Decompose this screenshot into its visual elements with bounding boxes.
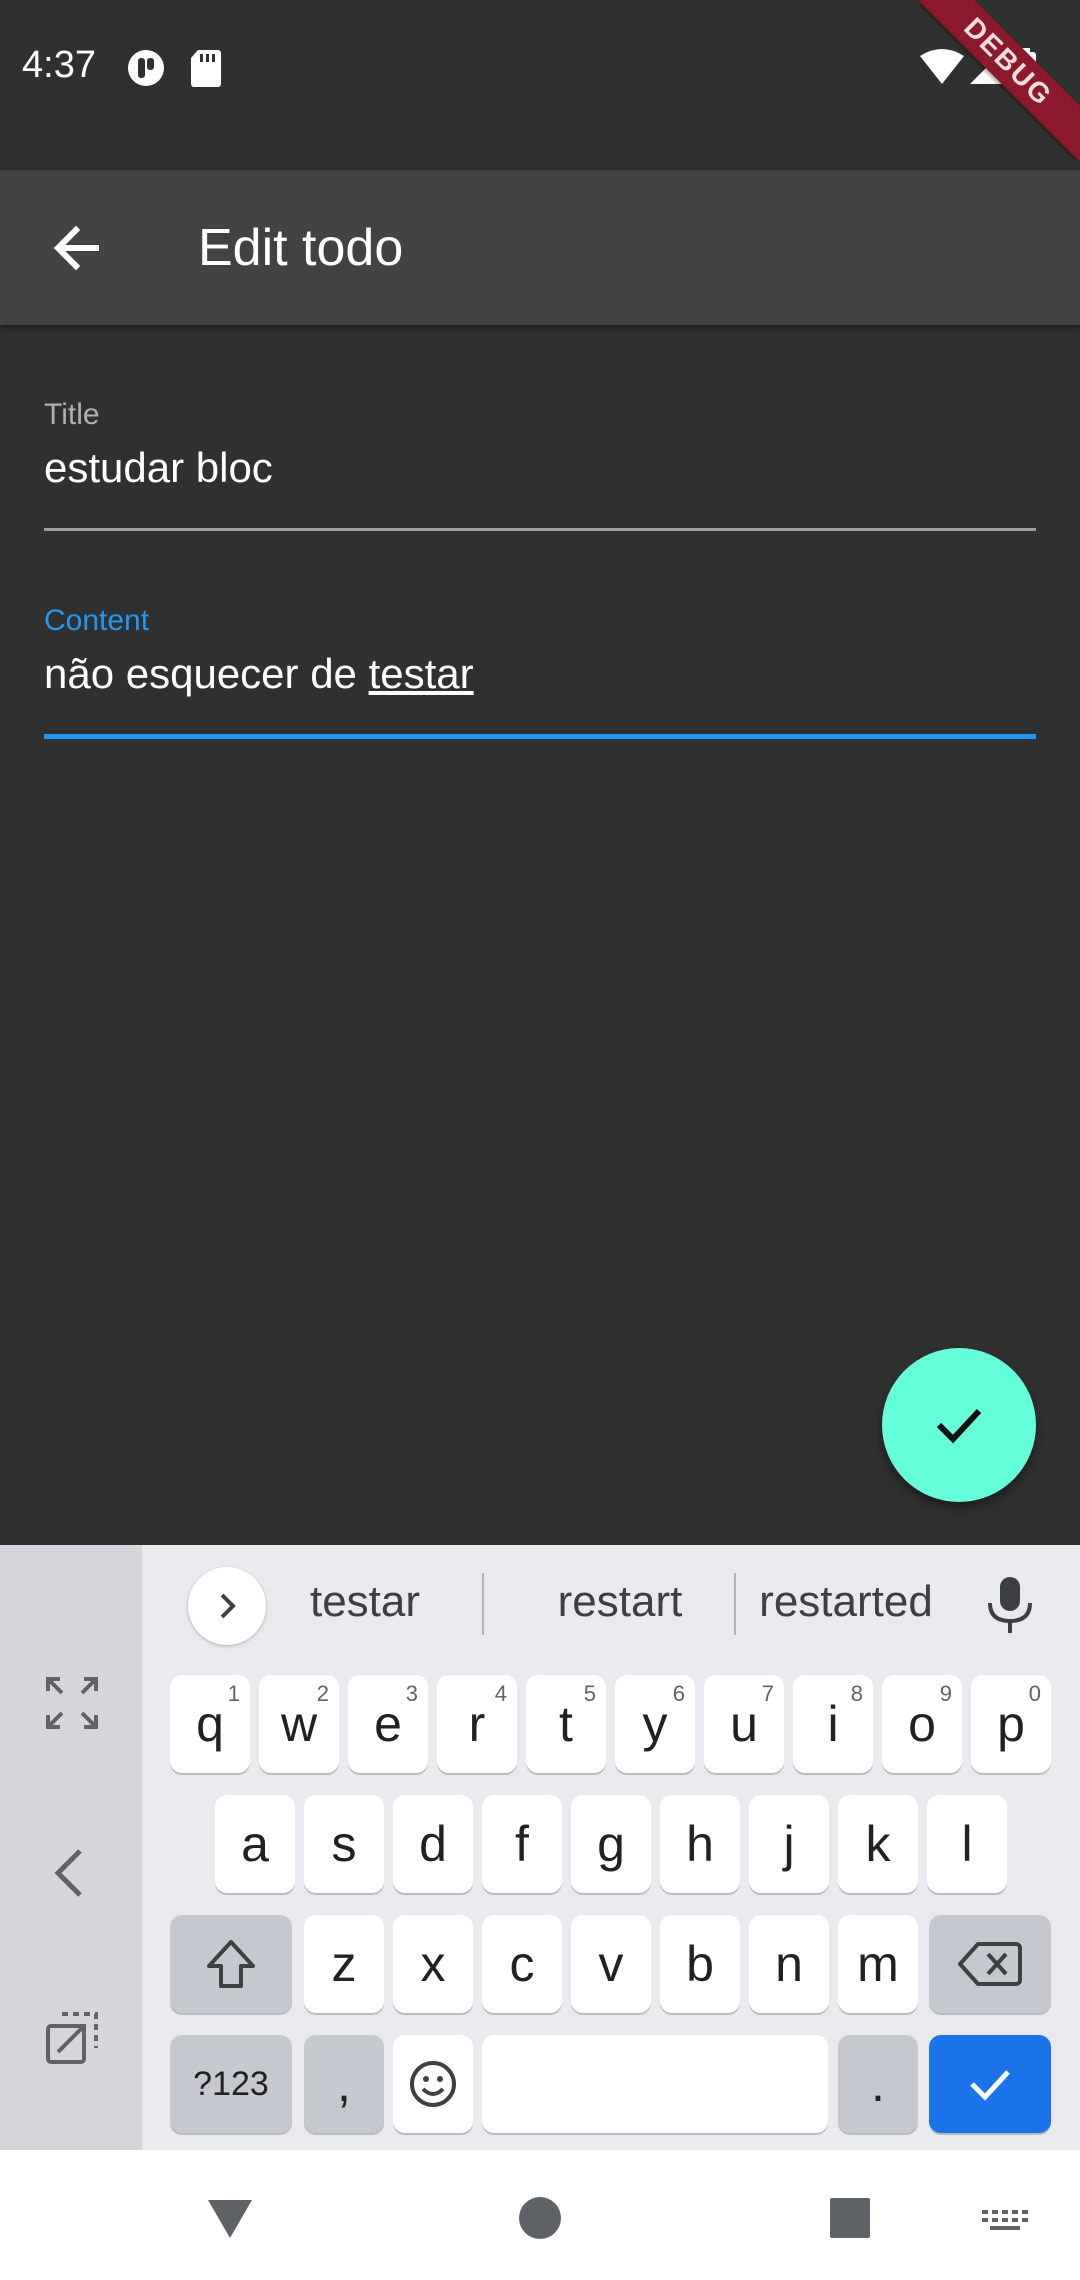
- key-u[interactable]: u7: [704, 1675, 784, 1773]
- symbols-key[interactable]: ?123: [170, 2035, 292, 2133]
- key-label: r: [468, 1696, 486, 1752]
- key-hint: 3: [405, 1681, 418, 1706]
- key-hint: 1: [227, 1681, 240, 1706]
- key-hint: 6: [672, 1681, 685, 1706]
- suggestion-strip: testar restart restarted: [142, 1545, 1080, 1660]
- shift-key[interactable]: [170, 1915, 292, 2013]
- content-field-value[interactable]: não esquecer de testar: [44, 650, 1036, 698]
- key-label: w: [280, 1696, 318, 1752]
- soft-keyboard: testar restart restarted q1 w2 e3 r4 t5 …: [0, 1545, 1080, 2150]
- save-fab[interactable]: [882, 1348, 1036, 1502]
- backspace-icon: [958, 1942, 1022, 1986]
- emoji-key[interactable]: [393, 2035, 473, 2133]
- key-label: i: [827, 1696, 839, 1752]
- title-field-value[interactable]: estudar bloc: [44, 444, 1036, 492]
- key-x[interactable]: x: [393, 1915, 473, 2013]
- sd-card-icon: [191, 50, 221, 87]
- period-key[interactable]: .: [838, 2035, 918, 2133]
- composing-word: testar: [368, 650, 474, 697]
- key-e[interactable]: e3: [348, 1675, 428, 1773]
- toolbar-expand-button[interactable]: [188, 1567, 266, 1645]
- key-p[interactable]: p0: [971, 1675, 1051, 1773]
- key-b[interactable]: b: [660, 1915, 740, 2013]
- keyboard-side-panel: [0, 1545, 142, 2150]
- title-field-underline: [44, 528, 1036, 531]
- expand-icon[interactable]: [44, 1675, 100, 1731]
- key-h[interactable]: h: [660, 1795, 740, 1893]
- key-s[interactable]: s: [304, 1795, 384, 1893]
- key-g[interactable]: g: [571, 1795, 651, 1893]
- keyboard-switch-icon[interactable]: [980, 2188, 1030, 2248]
- shift-icon: [207, 1940, 255, 1988]
- content-text: não esquecer de: [44, 650, 369, 697]
- status-time: 4:37: [22, 44, 96, 86]
- suggestion-1[interactable]: testar: [290, 1577, 440, 1627]
- check-icon: [970, 2070, 1010, 2101]
- key-j[interactable]: j: [749, 1795, 829, 1893]
- key-hint: 5: [583, 1681, 596, 1706]
- emoji-icon: [410, 2061, 456, 2107]
- key-label: u: [730, 1696, 758, 1752]
- key-z[interactable]: z: [304, 1915, 384, 2013]
- debug-banner-wrap: DEBUG: [920, 0, 1080, 160]
- microphone-icon[interactable]: [982, 1575, 1038, 1635]
- suggestion-2[interactable]: restart: [520, 1577, 720, 1627]
- check-icon: [936, 1408, 982, 1444]
- key-label: p: [997, 1696, 1025, 1752]
- key-w[interactable]: w2: [259, 1675, 339, 1773]
- home-circle-icon[interactable]: [510, 2188, 570, 2248]
- key-m[interactable]: m: [838, 1915, 918, 2013]
- key-v[interactable]: v: [571, 1915, 651, 2013]
- content-field-underline: [44, 734, 1036, 739]
- back-triangle-icon[interactable]: [200, 2188, 260, 2248]
- content-field-label: Content: [44, 604, 150, 637]
- suggestion-divider: [482, 1573, 484, 1635]
- back-arrow-icon[interactable]: [40, 210, 116, 286]
- status-bar: 4:37 DEBUG: [0, 0, 1080, 170]
- title-field[interactable]: Title estudar bloc: [44, 398, 1036, 532]
- key-hint: 7: [761, 1681, 774, 1706]
- debug-banner: DEBUG: [920, 0, 1080, 160]
- content-field[interactable]: Content não esquecer de testar: [44, 604, 1036, 740]
- key-hint: 9: [939, 1681, 952, 1706]
- key-label: e: [374, 1696, 402, 1752]
- space-key[interactable]: [482, 2035, 828, 2133]
- key-i[interactable]: i8: [793, 1675, 873, 1773]
- chevron-right-icon: [220, 1593, 236, 1619]
- chevron-left-icon[interactable]: [44, 1845, 100, 1901]
- key-n[interactable]: n: [749, 1915, 829, 2013]
- comma-key[interactable]: ,: [304, 2035, 384, 2133]
- title-field-label: Title: [44, 398, 100, 431]
- key-t[interactable]: t5: [526, 1675, 606, 1773]
- key-hint: 8: [850, 1681, 863, 1706]
- key-y[interactable]: y6: [615, 1675, 695, 1773]
- key-hint: 0: [1028, 1681, 1041, 1706]
- key-r[interactable]: r4: [437, 1675, 517, 1773]
- suggestion-divider: [734, 1573, 736, 1635]
- key-k[interactable]: k: [838, 1795, 918, 1893]
- key-a[interactable]: a: [215, 1795, 295, 1893]
- backspace-key[interactable]: [929, 1915, 1051, 2013]
- recents-square-icon[interactable]: [820, 2188, 880, 2248]
- app-bar: Edit todo: [0, 170, 1080, 325]
- key-c[interactable]: c: [482, 1915, 562, 2013]
- system-nav-bar: [0, 2150, 1080, 2280]
- page-title: Edit todo: [198, 219, 404, 277]
- floating-keyboard-icon[interactable]: [44, 2010, 100, 2066]
- key-d[interactable]: d: [393, 1795, 473, 1893]
- key-hint: 2: [316, 1681, 329, 1706]
- key-q[interactable]: q1: [170, 1675, 250, 1773]
- suggestion-3[interactable]: restarted: [746, 1577, 946, 1627]
- key-f[interactable]: f: [482, 1795, 562, 1893]
- enter-key[interactable]: [929, 2035, 1051, 2133]
- key-label: y: [642, 1696, 668, 1752]
- symbols-key-label: ?123: [193, 2064, 269, 2103]
- notification-app-icon: [128, 50, 164, 86]
- key-label: o: [908, 1696, 936, 1752]
- key-hint: 4: [494, 1681, 507, 1706]
- key-o[interactable]: o9: [882, 1675, 962, 1773]
- key-l[interactable]: l: [927, 1795, 1007, 1893]
- key-label: q: [196, 1696, 224, 1752]
- key-label: t: [559, 1696, 573, 1752]
